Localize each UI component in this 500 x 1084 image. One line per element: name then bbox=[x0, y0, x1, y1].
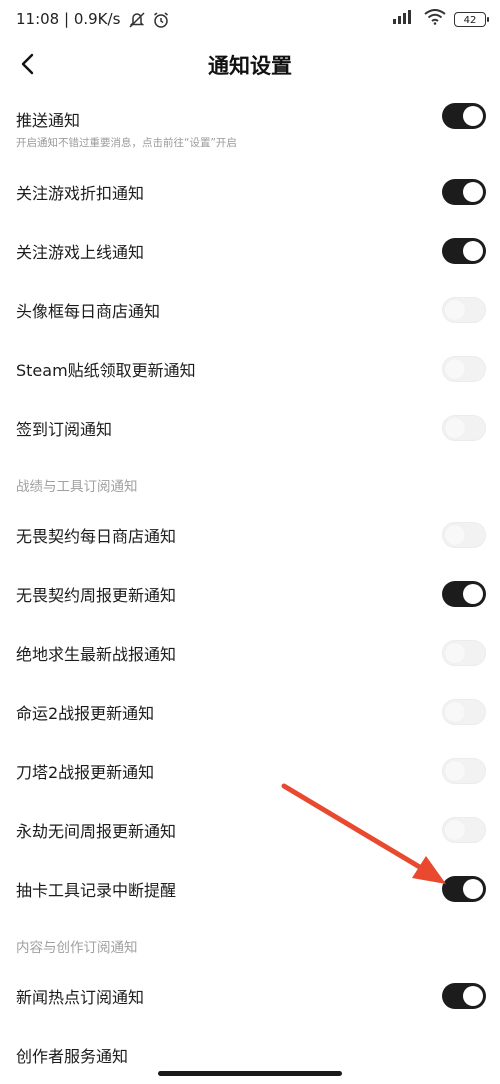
toggle-switch[interactable] bbox=[442, 698, 486, 725]
mute-icon bbox=[128, 11, 146, 33]
status-time: 11:08 | 0.9K/s bbox=[16, 10, 121, 28]
settings-row: 推送通知开启通知不错过重要消息，点击前往“设置”开启 bbox=[0, 88, 500, 162]
row-label: 关注游戏上线通知 bbox=[16, 242, 145, 262]
row-label: 头像框每日商店通知 bbox=[16, 301, 161, 321]
toggle-knob bbox=[463, 181, 483, 202]
settings-row: 签到订阅通知 bbox=[0, 398, 500, 457]
status-bar: 11:08 | 0.9K/s 42 bbox=[0, 0, 500, 40]
row-label: 关注游戏折扣通知 bbox=[16, 183, 145, 203]
toggle-switch[interactable] bbox=[442, 178, 486, 205]
section-header: 内容与创作订阅通知 bbox=[0, 918, 500, 966]
row-label: 刀塔2战报更新通知 bbox=[16, 762, 155, 782]
row-label: Steam贴纸领取更新通知 bbox=[16, 360, 196, 380]
settings-row: Steam贴纸领取更新通知 bbox=[0, 339, 500, 398]
settings-row: 头像框每日商店通知 bbox=[0, 280, 500, 339]
status-right-group: 42 bbox=[392, 9, 489, 29]
toggle-switch[interactable] bbox=[442, 757, 486, 784]
section-header: 战绩与工具订阅通知 bbox=[0, 457, 500, 505]
wifi-icon bbox=[424, 9, 446, 29]
toggle-knob bbox=[463, 878, 483, 899]
header: 通知设置 bbox=[0, 40, 500, 88]
settings-row: 命运2战报更新通知 bbox=[0, 682, 500, 741]
toggle-switch[interactable] bbox=[442, 875, 486, 902]
row-label: 创作者服务通知 bbox=[16, 1046, 129, 1066]
toggle-switch[interactable] bbox=[442, 521, 486, 548]
settings-row: 关注游戏折扣通知 bbox=[0, 162, 500, 221]
toggle-switch[interactable] bbox=[442, 639, 486, 666]
toggle-switch[interactable] bbox=[442, 237, 486, 264]
toggle-knob bbox=[463, 583, 483, 604]
toggle-knob bbox=[463, 106, 483, 126]
toggle-knob bbox=[445, 358, 465, 379]
settings-row: 绝地求生最新战报通知 bbox=[0, 623, 500, 682]
toggle-knob bbox=[445, 701, 465, 722]
toggle-knob bbox=[445, 524, 465, 545]
toggle-knob bbox=[445, 417, 465, 438]
settings-list: 推送通知开启通知不错过重要消息，点击前往“设置”开启关注游戏折扣通知 关注游戏上线… bbox=[0, 88, 500, 1084]
toggle-switch[interactable] bbox=[442, 414, 486, 441]
row-label: 绝地求生最新战报通知 bbox=[16, 644, 177, 664]
settings-row: 刀塔2战报更新通知 bbox=[0, 741, 500, 800]
settings-row: 无畏契约周报更新通知 bbox=[0, 564, 500, 623]
row-label: 抽卡工具记录中断提醒 bbox=[16, 880, 177, 900]
settings-row: 新闻热点订阅通知 bbox=[0, 966, 500, 1025]
section-title: 战绩与工具订阅通知 bbox=[16, 479, 138, 495]
row-label: 无畏契约周报更新通知 bbox=[16, 585, 177, 605]
toggle-switch[interactable] bbox=[442, 816, 486, 843]
row-label: 命运2战报更新通知 bbox=[16, 703, 155, 723]
row-label: 推送通知 bbox=[16, 111, 81, 130]
toggle-knob bbox=[463, 985, 483, 1006]
toggle-switch[interactable] bbox=[442, 982, 486, 1009]
settings-row: 永劫无间周报更新通知 bbox=[0, 800, 500, 859]
toggle-knob bbox=[445, 299, 465, 320]
toggle-knob bbox=[445, 642, 465, 663]
page-title: 通知设置 bbox=[208, 54, 292, 78]
toggle-switch[interactable] bbox=[442, 355, 486, 382]
toggle-knob bbox=[445, 819, 465, 840]
toggle-knob bbox=[445, 760, 465, 781]
toggle-switch[interactable] bbox=[442, 103, 486, 129]
toggle-switch[interactable] bbox=[442, 580, 486, 607]
row-subtitle: 开启通知不错过重要消息，点击前往“设置”开启 bbox=[16, 137, 237, 149]
settings-row: 关注游戏上线通知 bbox=[0, 221, 500, 280]
alarm-icon bbox=[152, 11, 170, 33]
settings-row: 抽卡工具记录中断提醒 bbox=[0, 859, 500, 918]
section-title: 内容与创作订阅通知 bbox=[16, 940, 138, 956]
signal-icon bbox=[392, 9, 416, 29]
battery-icon: 42 bbox=[454, 11, 489, 27]
row-label: 永劫无间周报更新通知 bbox=[16, 821, 177, 841]
notification-settings-screen: 11:08 | 0.9K/s 42 通知设置 推送通知开启通知不错过重要消息，点… bbox=[0, 0, 500, 1084]
home-indicator bbox=[158, 1071, 342, 1076]
row-label: 无畏契约每日商店通知 bbox=[16, 526, 177, 546]
row-label: 签到订阅通知 bbox=[16, 419, 113, 439]
row-label: 新闻热点订阅通知 bbox=[16, 987, 145, 1007]
toggle-switch[interactable] bbox=[442, 296, 486, 323]
settings-row: 无畏契约每日商店通知 bbox=[0, 505, 500, 564]
toggle-knob bbox=[463, 240, 483, 261]
